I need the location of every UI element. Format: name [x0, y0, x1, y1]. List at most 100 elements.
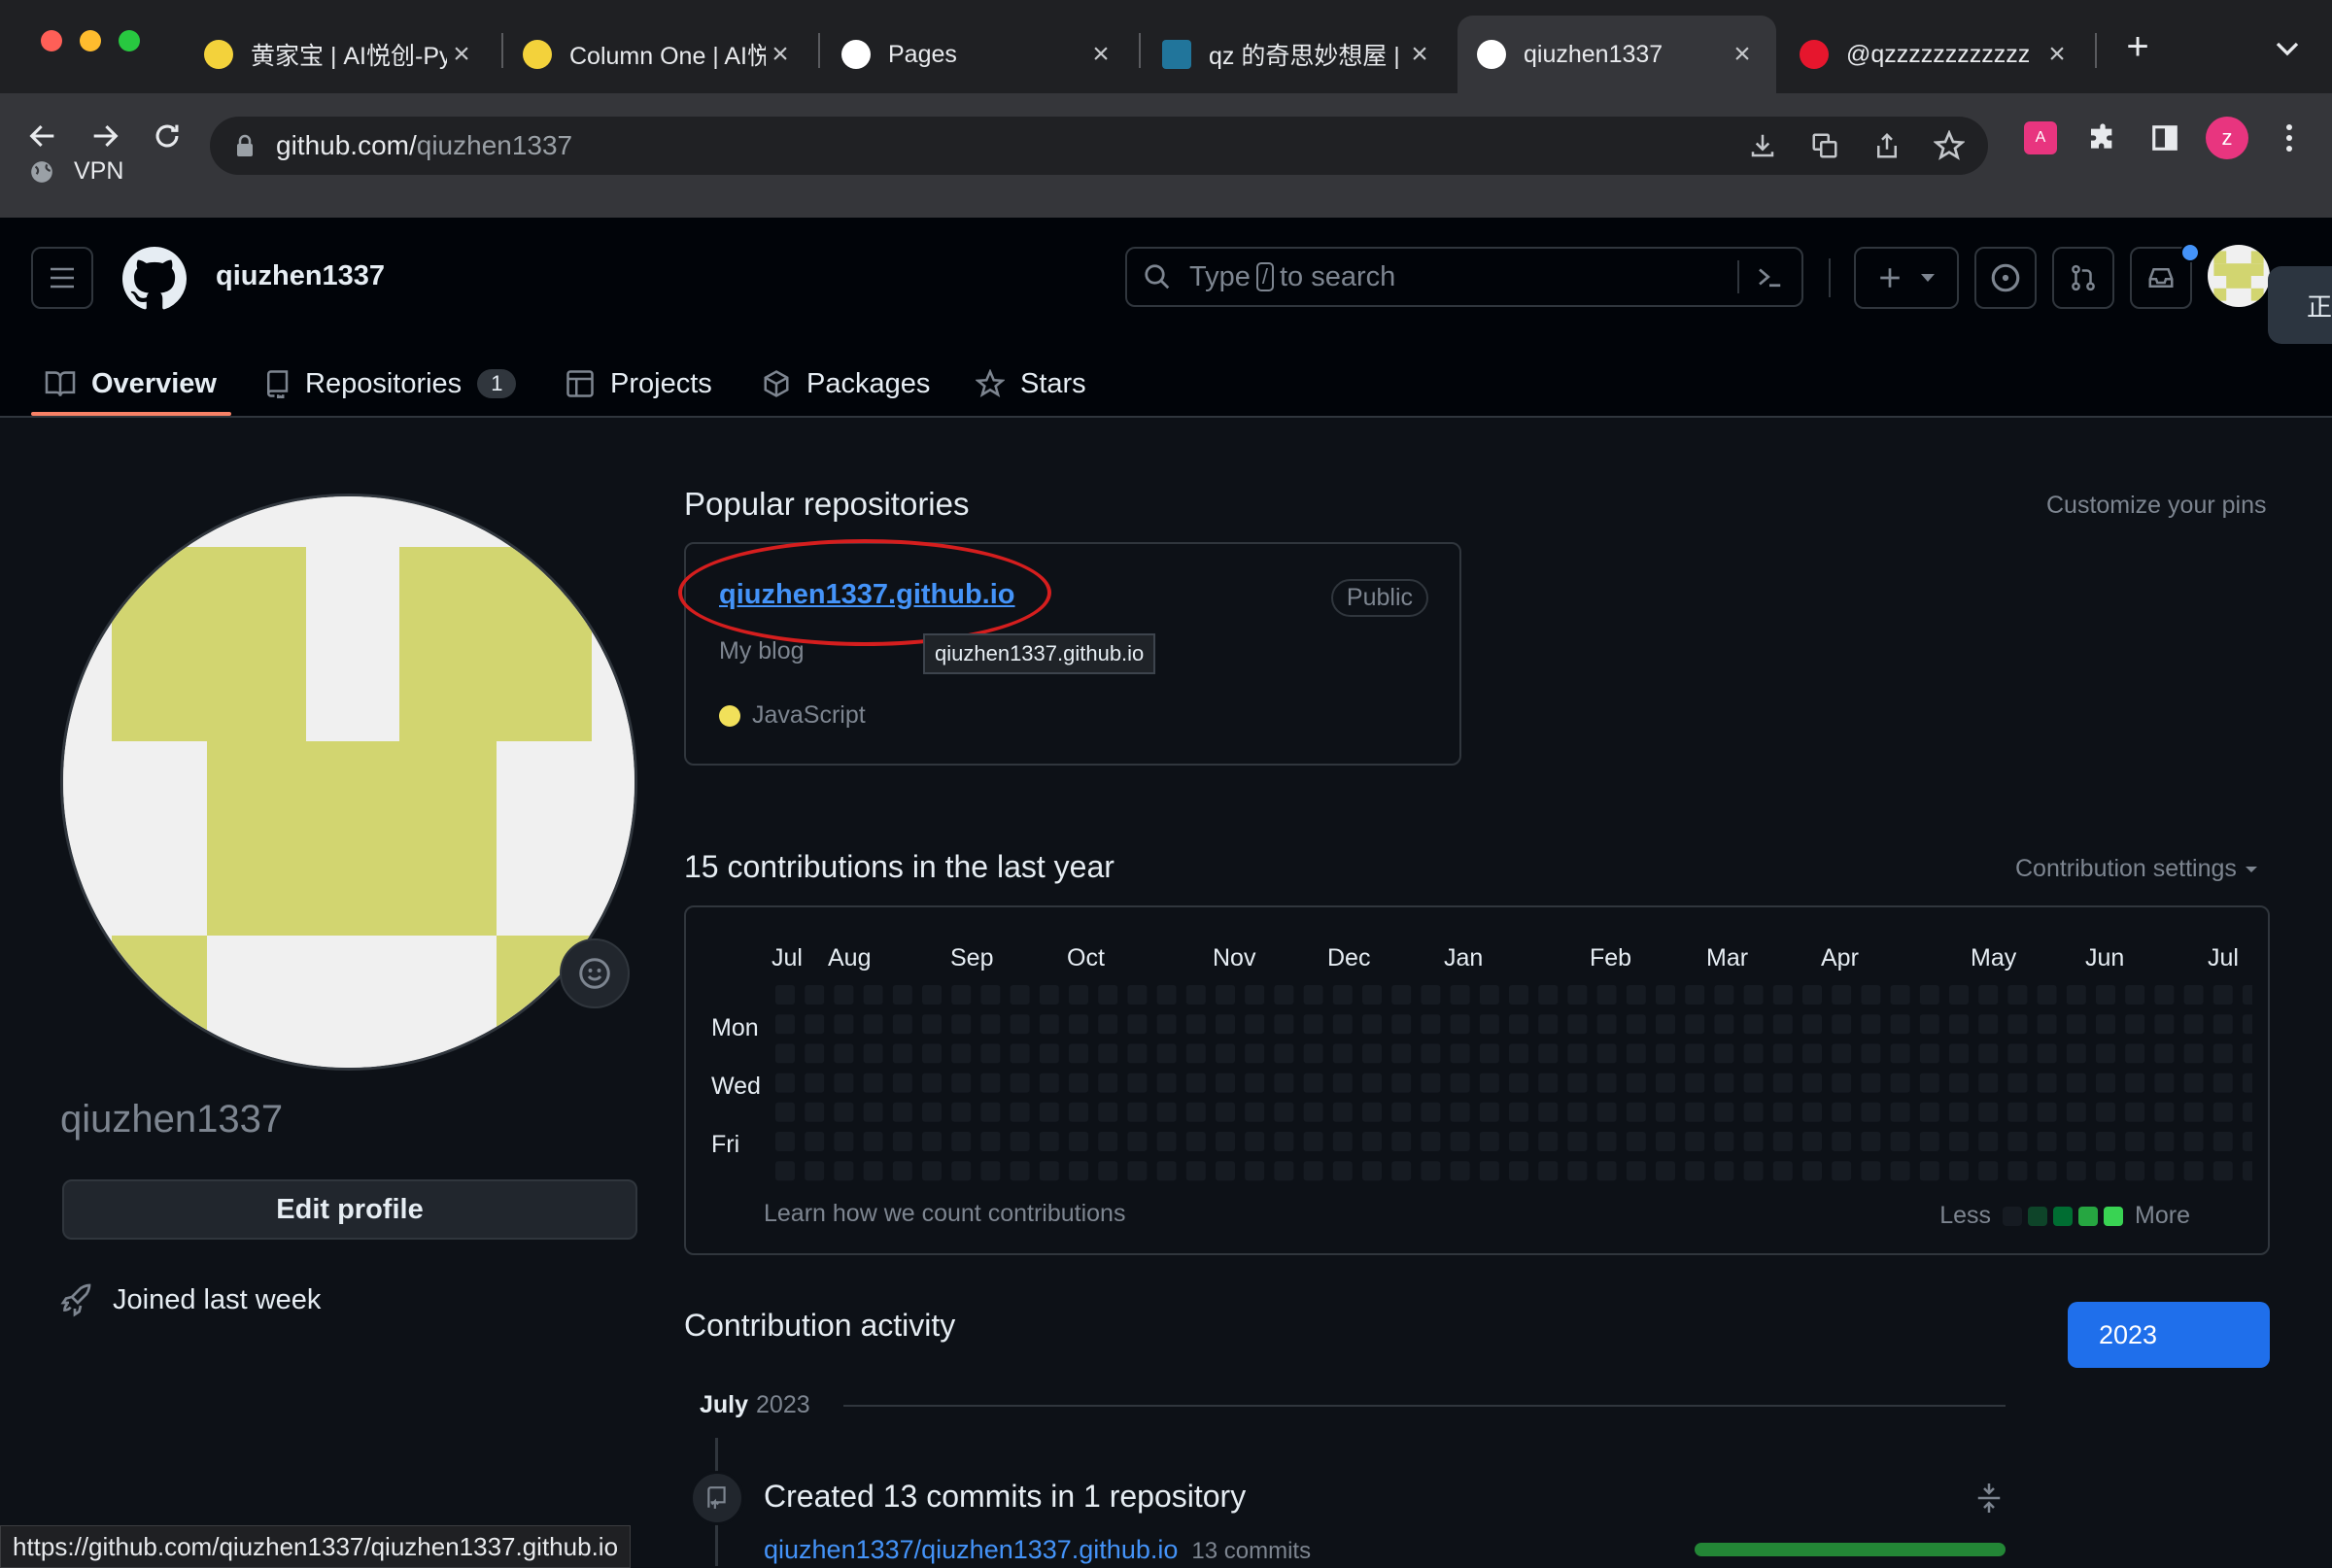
contribution-day-cell[interactable] — [2037, 1014, 2057, 1035]
contribution-day-cell[interactable] — [1832, 1102, 1852, 1122]
contribution-day-cell[interactable] — [1743, 985, 1764, 1005]
contribution-day-cell[interactable] — [2212, 1043, 2233, 1064]
close-window-button[interactable] — [41, 30, 62, 51]
search-input[interactable]: Type / to search — [1125, 247, 1803, 307]
contribution-day-cell[interactable] — [1772, 1073, 1793, 1093]
contribution-day-cell[interactable] — [1156, 1161, 1177, 1181]
contribution-day-cell[interactable] — [1010, 1014, 1030, 1035]
contribution-day-cell[interactable] — [1919, 1043, 1939, 1064]
contribution-day-cell[interactable] — [805, 1161, 825, 1181]
contribution-day-cell[interactable] — [1421, 1043, 1441, 1064]
contribution-day-cell[interactable] — [1039, 1043, 1059, 1064]
contribution-day-cell[interactable] — [1685, 1043, 1705, 1064]
contribution-day-cell[interactable] — [2007, 1043, 2028, 1064]
contribution-settings-button[interactable]: Contribution settings — [2015, 855, 2258, 883]
contribution-day-cell[interactable] — [1978, 1014, 1999, 1035]
contribution-day-cell[interactable] — [834, 1014, 854, 1035]
contribution-day-cell[interactable] — [1832, 1014, 1852, 1035]
contribution-day-cell[interactable] — [1509, 985, 1528, 1005]
contribution-day-cell[interactable] — [892, 1043, 912, 1064]
contribution-day-cell[interactable] — [1479, 985, 1499, 1005]
contribution-day-cell[interactable] — [1685, 1132, 1705, 1151]
contribution-day-cell[interactable] — [1185, 1014, 1206, 1035]
contribution-day-cell[interactable] — [1919, 1073, 1939, 1093]
contribution-day-cell[interactable] — [1890, 1102, 1910, 1122]
contribution-day-cell[interactable] — [2037, 985, 2057, 1005]
contribution-day-cell[interactable] — [1714, 1014, 1734, 1035]
contribution-day-cell[interactable] — [922, 1161, 942, 1181]
contribution-day-cell[interactable] — [1039, 1073, 1059, 1093]
profile-avatar[interactable]: z — [2206, 117, 2248, 159]
contribution-day-cell[interactable] — [1391, 1102, 1412, 1122]
contribution-day-cell[interactable] — [1861, 1161, 1881, 1181]
contribution-day-cell[interactable] — [1391, 1161, 1412, 1181]
contribution-day-cell[interactable] — [2037, 1073, 2057, 1093]
contribution-day-cell[interactable] — [2066, 1132, 2086, 1151]
floating-side-tab[interactable]: 正 — [2268, 266, 2332, 344]
contribution-day-cell[interactable] — [1802, 1161, 1822, 1181]
translate-extension-icon[interactable]: A — [2019, 117, 2062, 159]
contribution-day-cell[interactable] — [1772, 1102, 1793, 1122]
contribution-day-cell[interactable] — [1949, 1073, 1969, 1093]
contribution-day-cell[interactable] — [1479, 1014, 1499, 1035]
contribution-day-cell[interactable] — [1010, 1132, 1030, 1151]
contribution-day-cell[interactable] — [1743, 1161, 1764, 1181]
contribution-day-cell[interactable] — [1156, 1073, 1177, 1093]
contribution-day-cell[interactable] — [1039, 1132, 1059, 1151]
contribution-day-cell[interactable] — [892, 1132, 912, 1151]
contribution-day-cell[interactable] — [1714, 985, 1734, 1005]
contribution-day-cell[interactable] — [2183, 1161, 2204, 1181]
contribution-day-cell[interactable] — [980, 1073, 1001, 1093]
contribution-day-cell[interactable] — [1656, 1132, 1675, 1151]
contribution-day-cell[interactable] — [775, 1043, 795, 1064]
contribution-day-cell[interactable] — [2154, 1014, 2175, 1035]
contribution-day-cell[interactable] — [2243, 1102, 2252, 1122]
contribution-day-cell[interactable] — [1626, 1043, 1646, 1064]
contribution-day-cell[interactable] — [1509, 1014, 1528, 1035]
contribution-day-cell[interactable] — [1274, 1161, 1294, 1181]
contribution-day-cell[interactable] — [1596, 1014, 1617, 1035]
contribution-day-cell[interactable] — [1303, 1102, 1323, 1122]
contribution-day-cell[interactable] — [1127, 1014, 1148, 1035]
contribution-day-cell[interactable] — [1069, 1014, 1088, 1035]
contribution-day-cell[interactable] — [1596, 1132, 1617, 1151]
contribution-day-cell[interactable] — [1450, 1073, 1470, 1093]
contribution-day-cell[interactable] — [1567, 1014, 1588, 1035]
contribution-day-cell[interactable] — [1245, 1014, 1265, 1035]
forward-arrow-icon[interactable] — [84, 115, 126, 157]
contribution-day-cell[interactable] — [980, 1014, 1001, 1035]
contribution-day-cell[interactable] — [2007, 985, 2028, 1005]
contribution-day-cell[interactable] — [1978, 1102, 1999, 1122]
contribution-day-cell[interactable] — [1890, 1043, 1910, 1064]
contribution-day-cell[interactable] — [1919, 1014, 1939, 1035]
contribution-day-cell[interactable] — [1919, 1132, 1939, 1151]
contribution-day-cell[interactable] — [2007, 1102, 2028, 1122]
contribution-day-cell[interactable] — [980, 1132, 1001, 1151]
contribution-day-cell[interactable] — [1010, 985, 1030, 1005]
contribution-day-cell[interactable] — [805, 1132, 825, 1151]
contribution-day-cell[interactable] — [1332, 1043, 1353, 1064]
contribution-day-cell[interactable] — [1391, 1132, 1412, 1151]
contribution-day-cell[interactable] — [863, 1014, 883, 1035]
contribution-day-cell[interactable] — [2066, 1161, 2086, 1181]
contribution-day-cell[interactable] — [2212, 985, 2233, 1005]
contribution-day-cell[interactable] — [1010, 1043, 1030, 1064]
contribution-day-cell[interactable] — [1890, 985, 1910, 1005]
contribution-day-cell[interactable] — [1509, 1102, 1528, 1122]
contribution-day-cell[interactable] — [1538, 1102, 1559, 1122]
contribution-day-cell[interactable] — [1185, 1161, 1206, 1181]
contribution-day-cell[interactable] — [1156, 985, 1177, 1005]
contribution-day-cell[interactable] — [1861, 1043, 1881, 1064]
contribution-day-cell[interactable] — [1039, 1014, 1059, 1035]
contribution-day-cell[interactable] — [2125, 1073, 2145, 1093]
contribution-day-cell[interactable] — [775, 1161, 795, 1181]
contribution-day-cell[interactable] — [1978, 1132, 1999, 1151]
contribution-day-cell[interactable] — [2183, 985, 2204, 1005]
contribution-day-cell[interactable] — [1772, 1043, 1793, 1064]
contribution-day-cell[interactable] — [1039, 1161, 1059, 1181]
contribution-day-cell[interactable] — [1332, 1073, 1353, 1093]
contribution-day-cell[interactable] — [892, 985, 912, 1005]
contribution-day-cell[interactable] — [1127, 1043, 1148, 1064]
contribution-day-cell[interactable] — [1861, 1132, 1881, 1151]
contribution-day-cell[interactable] — [834, 1073, 854, 1093]
